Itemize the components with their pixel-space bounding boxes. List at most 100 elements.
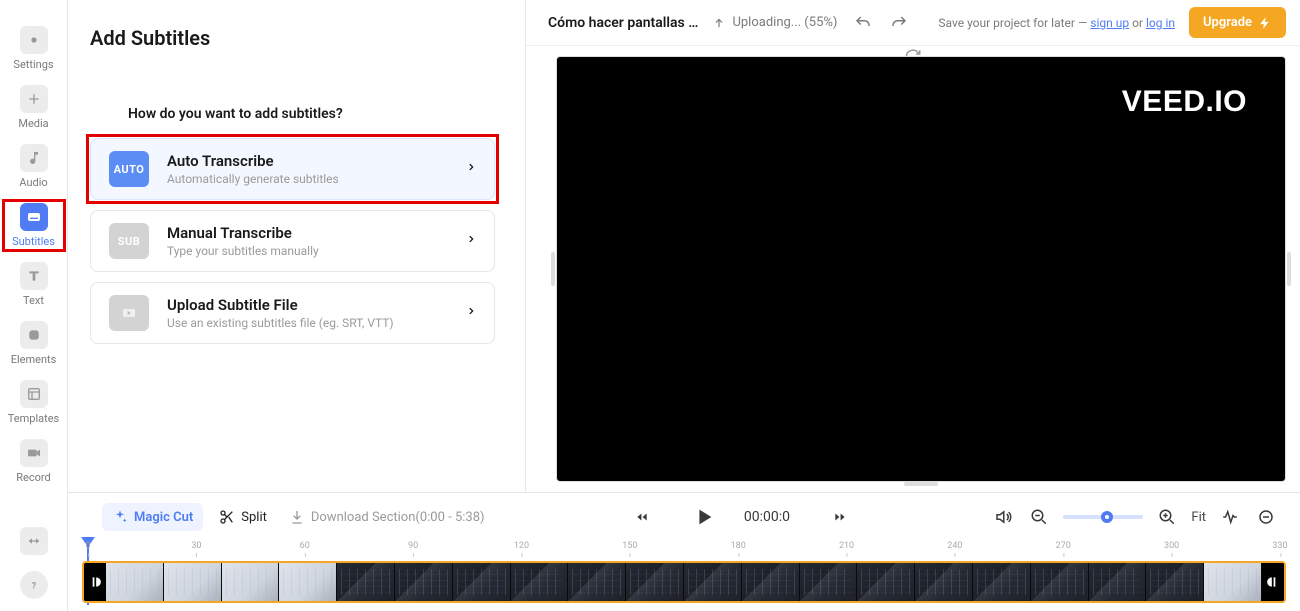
ruler-tick: 60 (300, 541, 310, 551)
ruler-tick: 30 (191, 541, 201, 551)
sidebar-item-audio[interactable]: Audio (6, 144, 62, 189)
chevron-right-icon (466, 232, 476, 250)
view-controls: Fit (991, 505, 1278, 529)
timecode: 00:00:0 (744, 509, 790, 525)
skip-back-button[interactable] (630, 505, 654, 529)
sidebar-item-text[interactable]: Text (6, 262, 62, 307)
option-upload-file[interactable]: Upload Subtitle File Use an existing sub… (90, 282, 495, 344)
sidebar-item-record[interactable]: Record (6, 439, 62, 484)
option-title: Auto Transcribe (167, 152, 448, 170)
sparkle-icon (112, 509, 128, 525)
text-icon (20, 262, 48, 290)
resize-handle-bottom[interactable] (904, 482, 938, 486)
bolt-icon (1258, 16, 1272, 30)
layout-icon (20, 380, 48, 408)
sub-badge-icon: SUB (109, 223, 149, 259)
redo-button[interactable] (888, 11, 911, 35)
zoom-in-button[interactable] (1155, 505, 1179, 529)
plus-icon (20, 85, 48, 113)
file-badge-icon (109, 295, 149, 331)
sidebar-item-label: Record (16, 471, 50, 484)
ruler-tick: 330 (1272, 541, 1287, 551)
ruler-tick: 210 (839, 541, 854, 551)
play-button[interactable] (692, 505, 716, 529)
ruler-tick: 150 (622, 541, 637, 551)
sidebar-item-label: Settings (13, 58, 53, 71)
camera-icon (20, 439, 48, 467)
upload-status: Uploading... (55%) (712, 15, 837, 30)
magic-cut-button[interactable]: Magic Cut (102, 503, 203, 531)
timeline-clip[interactable] (82, 561, 1286, 603)
shapes-icon (20, 321, 48, 349)
sidebar-item-media[interactable]: Media (6, 85, 62, 130)
resize-icon (20, 527, 48, 555)
ruler-tick: 120 (514, 541, 529, 551)
upload-icon (712, 16, 726, 30)
sidebar-item-subtitles[interactable]: Subtitles (6, 203, 62, 248)
timeline-footer: Magic Cut Split Download Section(0:00 - … (68, 492, 1300, 611)
option-manual-transcribe[interactable]: SUB Manual Transcribe Type your subtitle… (90, 210, 495, 272)
scissors-icon (219, 509, 235, 525)
left-sidebar: Settings Media Audio Subtitles Text Elem… (0, 0, 68, 611)
save-message: Save your project for later — sign up or… (938, 16, 1175, 30)
option-subtitle: Automatically generate subtitles (167, 172, 448, 186)
zoom-out-button[interactable] (1027, 505, 1051, 529)
clip-handle-right[interactable] (1262, 563, 1284, 601)
sidebar-item-help[interactable]: ? (6, 571, 62, 599)
timeline-ruler[interactable]: 0306090120150180210240270300330 (82, 541, 1286, 559)
topbar: Cómo hacer pantallas fi... Uploading... … (526, 0, 1300, 46)
clip-frames (106, 563, 1262, 601)
video-preview[interactable]: VEED.IO (556, 56, 1286, 482)
ruler-tick: 180 (731, 541, 746, 551)
sidebar-item-label: Media (18, 117, 48, 130)
waveform-button[interactable] (1218, 505, 1242, 529)
sidebar-item-label: Text (23, 294, 44, 307)
zoom-slider[interactable] (1063, 515, 1143, 519)
gear-icon (20, 26, 48, 54)
option-auto-transcribe[interactable]: AUTO Auto Transcribe Automatically gener… (90, 138, 495, 200)
ruler-tick: 240 (947, 541, 962, 551)
settings-cog-button[interactable] (1254, 505, 1278, 529)
help-icon: ? (20, 571, 48, 599)
option-title: Upload Subtitle File (167, 296, 448, 314)
download-icon (289, 509, 305, 525)
svg-text:?: ? (31, 580, 36, 591)
fit-label[interactable]: Fit (1191, 510, 1206, 525)
zoom-slider-thumb[interactable] (1101, 511, 1113, 523)
panel-title: Add Subtitles (90, 26, 495, 50)
undo-button[interactable] (851, 11, 874, 35)
ruler-tick: 270 (1056, 541, 1071, 551)
sidebar-item-label: Audio (19, 176, 47, 189)
volume-button[interactable] (991, 505, 1015, 529)
upgrade-button[interactable]: Upgrade (1189, 7, 1286, 38)
chevron-right-icon (466, 160, 476, 178)
sidebar-item-elements[interactable]: Elements (6, 321, 62, 366)
sidebar-item-label: Templates (8, 412, 59, 425)
project-title[interactable]: Cómo hacer pantallas fi... (548, 15, 698, 31)
ruler-tick: 300 (1164, 541, 1179, 551)
subtitles-panel: Add Subtitles How do you want to add sub… (68, 0, 526, 492)
auto-badge-icon: AUTO (109, 151, 149, 187)
clip-handle-left[interactable] (84, 563, 106, 601)
login-link[interactable]: log in (1146, 16, 1175, 30)
signup-link[interactable]: sign up (1090, 16, 1129, 30)
music-note-icon (20, 144, 48, 172)
option-subtitle: Use an existing subtitles file (eg. SRT,… (167, 316, 448, 330)
split-button[interactable]: Split (213, 503, 273, 531)
download-section-button[interactable]: Download Section(0:00 - 5:38) (283, 503, 491, 531)
sidebar-item-resize[interactable] (6, 527, 62, 555)
sidebar-item-label: Elements (11, 353, 57, 366)
sidebar-item-settings[interactable]: Settings (6, 26, 62, 71)
resize-handle-left[interactable] (551, 252, 555, 286)
subtitles-icon (20, 203, 48, 231)
veed-watermark: VEED.IO (1122, 85, 1247, 119)
panel-prompt: How do you want to add subtitles? (128, 106, 495, 122)
chevron-right-icon (466, 304, 476, 322)
ruler-tick: 0 (85, 541, 90, 551)
sidebar-item-label: Subtitles (12, 235, 55, 248)
skip-forward-button[interactable] (828, 505, 852, 529)
sidebar-item-templates[interactable]: Templates (6, 380, 62, 425)
option-subtitle: Type your subtitles manually (167, 244, 448, 258)
resize-handle-right[interactable] (1287, 252, 1291, 286)
option-title: Manual Transcribe (167, 224, 448, 242)
